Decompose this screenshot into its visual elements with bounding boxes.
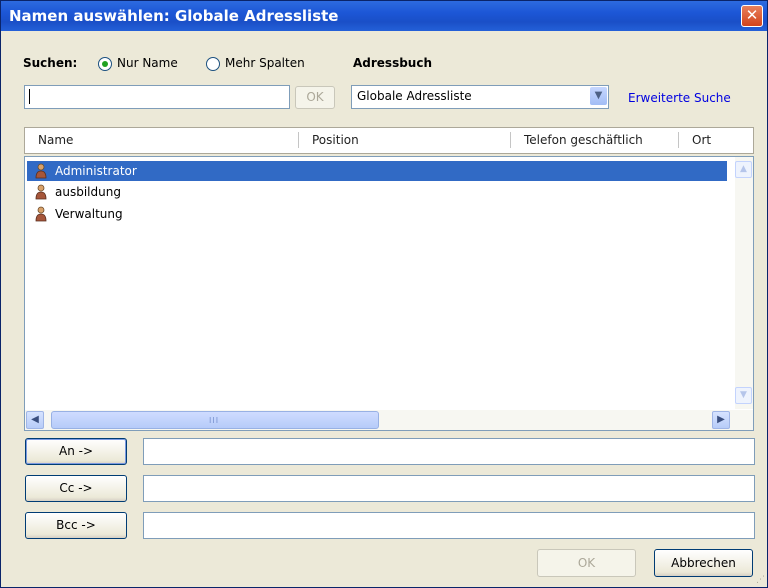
scroll-right-icon[interactable]: ▶	[712, 411, 730, 429]
list-item[interactable]: Administrator	[27, 161, 727, 181]
list-item-name: Verwaltung	[55, 207, 123, 221]
column-header-name[interactable]: Name	[25, 128, 73, 153]
list-item[interactable]: ausbildung	[27, 182, 727, 202]
title-bar[interactable]: Namen auswählen: Globale Adressliste ✕	[1, 1, 767, 31]
radio-more-columns-label[interactable]: Mehr Spalten	[225, 56, 305, 70]
scroll-down-icon[interactable]: ▼	[735, 387, 752, 404]
radio-name-only[interactable]	[98, 57, 112, 71]
scroll-up-icon[interactable]: ▲	[735, 161, 752, 178]
column-header-city[interactable]: Ort	[679, 128, 711, 153]
scroll-left-icon[interactable]: ◀	[26, 411, 44, 429]
cc-button[interactable]: Cc ->	[25, 475, 127, 502]
chevron-down-icon[interactable]: ▼	[590, 87, 607, 105]
advanced-search-link[interactable]: Erweiterte Suche	[628, 91, 731, 105]
select-names-dialog: Namen auswählen: Globale Adressliste ✕ S…	[0, 0, 768, 588]
addressbook-select[interactable]: Globale Adressliste ▼	[351, 85, 609, 109]
radio-name-only-label[interactable]: Nur Name	[117, 56, 178, 70]
window-title: Namen auswählen: Globale Adressliste	[9, 7, 339, 25]
horizontal-scroll-thumb[interactable]: III	[51, 411, 379, 429]
column-header-position[interactable]: Position	[299, 128, 359, 153]
radio-more-columns[interactable]	[206, 57, 220, 71]
scroll-grip: III	[209, 416, 220, 425]
list-item-name: ausbildung	[55, 185, 121, 199]
person-icon	[35, 163, 47, 179]
column-header-phone[interactable]: Telefon geschäftlich	[511, 128, 643, 153]
addressbook-label: Adressbuch	[353, 56, 433, 70]
resize-grip-icon[interactable]: ⋰	[756, 575, 765, 585]
person-icon	[35, 184, 47, 200]
close-icon[interactable]: ✕	[741, 5, 763, 27]
to-field[interactable]	[143, 438, 755, 465]
text-caret	[29, 89, 30, 104]
ok-button[interactable]: OK	[537, 549, 636, 577]
search-ok-button[interactable]: OK	[295, 86, 335, 109]
search-label: Suchen:	[23, 56, 78, 70]
vertical-scrollbar[interactable]: ▲ ▼	[735, 157, 753, 409]
search-input[interactable]	[24, 85, 290, 109]
cc-field[interactable]	[143, 475, 755, 502]
list-item-name: Administrator	[55, 164, 137, 178]
table-header: Name Position Telefon geschäftlich Ort	[24, 127, 754, 154]
horizontal-scrollbar[interactable]: ◀ III ▶	[25, 410, 753, 430]
list-item[interactable]: Verwaltung	[27, 204, 727, 224]
to-button[interactable]: An ->	[25, 438, 127, 465]
cancel-button[interactable]: Abbrechen	[654, 549, 753, 577]
addressbook-selected-value: Globale Adressliste	[357, 89, 472, 103]
person-icon	[35, 206, 47, 222]
bcc-button[interactable]: Bcc ->	[25, 512, 127, 539]
address-list[interactable]: Administrator ausbildung Verwaltung ▲ ▼ …	[24, 156, 754, 431]
bcc-field[interactable]	[143, 512, 755, 539]
